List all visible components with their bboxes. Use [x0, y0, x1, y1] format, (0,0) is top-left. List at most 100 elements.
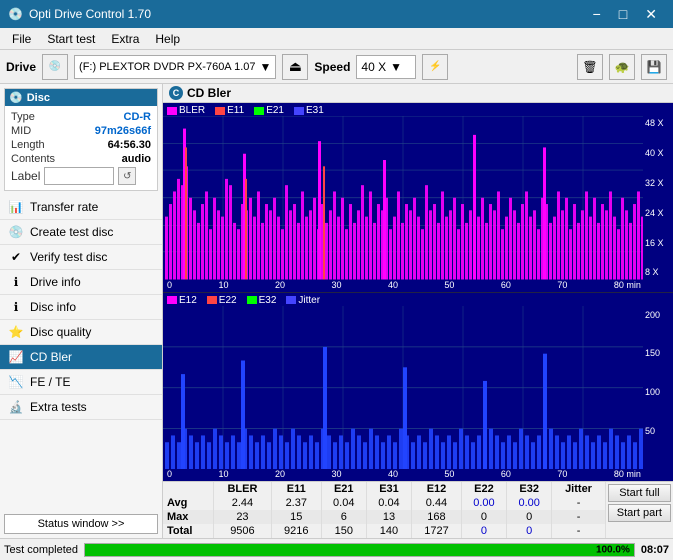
legend-bler: BLER [167, 105, 205, 116]
legend2-e32-color [247, 296, 257, 304]
legend-e11-color [215, 107, 225, 115]
col-header-bler: BLER [213, 482, 271, 496]
row-total-jitter: - [552, 524, 605, 538]
disc-length-val: 64:56.30 [108, 139, 151, 151]
col-header-empty [163, 482, 213, 496]
x2-40: 40 [388, 469, 398, 479]
nav-drive-info[interactable]: ℹ Drive info [0, 270, 162, 295]
nav-fe-te-label: FE / TE [30, 375, 70, 389]
nav-disc-info[interactable]: ℹ Disc info [0, 295, 162, 320]
row-max-e11: 15 [271, 510, 321, 524]
sidebar-nav: 📊 Transfer rate 💿 Create test disc ✔ Ver… [0, 195, 162, 510]
nav-verify-test-disc[interactable]: ✔ Verify test disc [0, 245, 162, 270]
charts-and-stats: BLER E11 E21 E31 [163, 103, 673, 538]
row-max-e22: 0 [461, 510, 506, 524]
progress-percent: 100.0% [596, 544, 630, 555]
create-test-disc-icon: 💿 [8, 224, 24, 240]
legend2-e22-color [207, 296, 217, 304]
legend-e31: E31 [294, 105, 324, 116]
menu-start-test[interactable]: Start test [39, 30, 103, 48]
x1-30: 30 [331, 280, 341, 290]
row-max-e32: 0 [507, 510, 552, 524]
cd-bler-icon: 📈 [8, 349, 24, 365]
disc-icon: 💿 [9, 91, 23, 104]
row-total-e22: 0 [461, 524, 506, 538]
chart1-x-axis: 0 10 20 30 40 50 60 70 80 min [163, 280, 673, 292]
menu-extra[interactable]: Extra [103, 30, 147, 48]
action-btn-2[interactable]: 🐢 [609, 54, 635, 80]
x2-70: 70 [557, 469, 567, 479]
nav-disc-quality-label: Disc quality [30, 325, 91, 339]
y1-label-3: 32 X [645, 178, 671, 188]
legend-e21: E21 [254, 105, 284, 116]
nav-extra-tests[interactable]: 🔬 Extra tests [0, 395, 162, 420]
sidebar: 💿 Disc Type CD-R MID 97m26s66f Length 64… [0, 84, 163, 538]
nav-transfer-rate[interactable]: 📊 Transfer rate [0, 195, 162, 220]
eject-button[interactable]: ⏏ [282, 54, 308, 80]
disc-contents-row: Contents audio [9, 152, 153, 166]
stats-table-wrapper: BLER E11 E21 E31 E12 E22 E32 Jitter [163, 482, 606, 538]
drive-select-text: (F:) PLEXTOR DVDR PX-760A 1.07 [79, 61, 255, 73]
legend-e11: E11 [215, 105, 244, 116]
action-btn-1[interactable]: 🗑 [577, 54, 603, 80]
row-max-e31: 13 [366, 510, 411, 524]
y2-label-2: 150 [645, 348, 671, 358]
action-btn-3[interactable]: 💾 [641, 54, 667, 80]
disc-label-input[interactable] [44, 167, 114, 185]
y1-label-5: 16 X [645, 238, 671, 248]
legend2-e22: E22 [207, 295, 237, 306]
chart1-container: BLER E11 E21 E31 [163, 103, 673, 293]
speed-select[interactable]: 40 X ▼ [356, 55, 416, 79]
nav-verify-test-disc-label: Verify test disc [30, 250, 107, 264]
close-button[interactable]: ✕ [637, 4, 665, 25]
start-part-button[interactable]: Start part [608, 504, 671, 522]
row-avg-bler: 2.44 [213, 496, 271, 510]
legend2-jitter-label: Jitter [298, 295, 320, 306]
row-total-e12: 1727 [412, 524, 462, 538]
row-total-label: Total [163, 524, 213, 538]
minimize-button[interactable]: − [585, 4, 609, 25]
legend-bler-color [167, 107, 177, 115]
nav-disc-quality[interactable]: ⭐ Disc quality [0, 320, 162, 345]
drive-select[interactable]: (F:) PLEXTOR DVDR PX-760A 1.07 ▼ [74, 55, 276, 79]
stats-area: BLER E11 E21 E31 E12 E22 E32 Jitter [163, 481, 673, 538]
legend2-e12-color [167, 296, 177, 304]
speed-icon-btn[interactable]: ⚡ [422, 54, 448, 80]
content-area: C CD Bler BLER E11 [163, 84, 673, 538]
progress-bar-container: 100.0% [84, 543, 635, 557]
x1-40: 40 [388, 280, 398, 290]
maximize-button[interactable]: □ [611, 4, 635, 25]
disc-panel: 💿 Disc Type CD-R MID 97m26s66f Length 64… [4, 88, 158, 191]
nav-fe-te[interactable]: 📉 FE / TE [0, 370, 162, 395]
row-total-e31: 140 [366, 524, 411, 538]
menu-file[interactable]: File [4, 30, 39, 48]
x1-80: 80 min [614, 280, 641, 290]
status-window-button[interactable]: Status window >> [4, 514, 158, 534]
status-text: Test completed [4, 544, 78, 556]
chart2-container: E12 E22 E32 Jitter [163, 293, 673, 482]
legend2-e12: E12 [167, 295, 197, 306]
nav-disc-info-label: Disc info [30, 300, 76, 314]
stats-row-avg: Avg 2.44 2.37 0.04 0.04 0.44 0.00 0.00 - [163, 496, 605, 510]
col-header-jitter: Jitter [552, 482, 605, 496]
legend2-e32: E32 [247, 295, 277, 306]
nav-transfer-rate-label: Transfer rate [30, 200, 98, 214]
x2-10: 10 [218, 469, 228, 479]
x2-0: 0 [167, 469, 172, 479]
refresh-label-btn[interactable]: ↺ [118, 167, 136, 185]
menu-help[interactable]: Help [147, 30, 188, 48]
disc-contents-val: audio [122, 153, 151, 165]
nav-cd-bler[interactable]: 📈 CD Bler [0, 345, 162, 370]
drive-info-icon: ℹ [8, 274, 24, 290]
disc-type-label: Type [11, 111, 35, 123]
verify-test-disc-icon: ✔ [8, 249, 24, 265]
nav-extra-tests-label: Extra tests [30, 400, 87, 414]
row-max-bler: 23 [213, 510, 271, 524]
y1-label-6: 8 X [645, 267, 671, 277]
title-bar-controls: − □ ✕ [585, 4, 665, 25]
start-full-button[interactable]: Start full [608, 484, 671, 502]
status-bar: Test completed 100.0% 08:07 [0, 538, 673, 560]
row-max-e12: 168 [412, 510, 462, 524]
nav-create-test-disc[interactable]: 💿 Create test disc [0, 220, 162, 245]
chart1-legend: BLER E11 E21 E31 [163, 103, 673, 116]
